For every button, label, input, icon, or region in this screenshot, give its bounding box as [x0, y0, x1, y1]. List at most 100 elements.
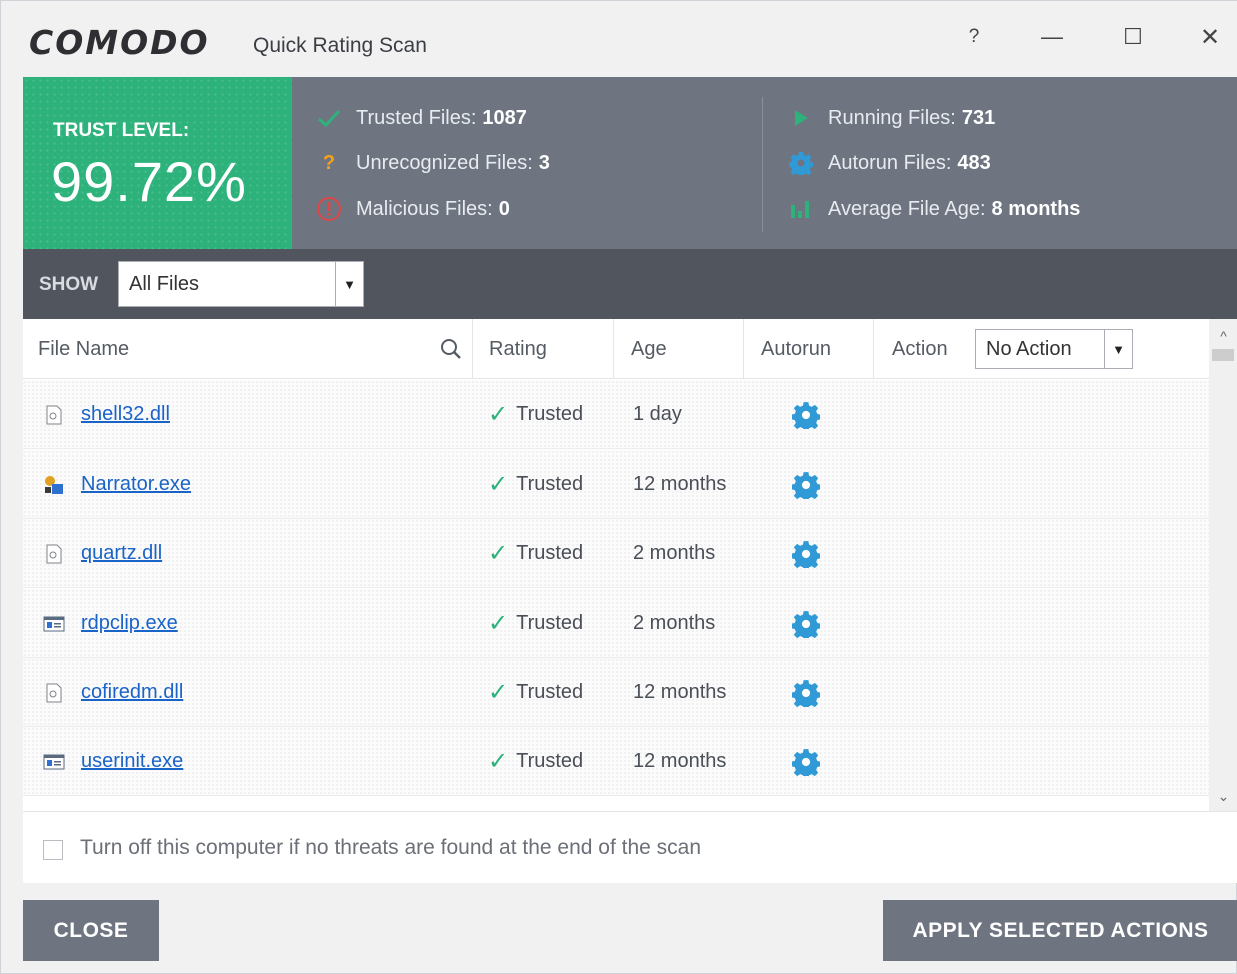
malicious-files-label: Malicious Files: [356, 197, 493, 220]
file-name-link[interactable]: Narrator.exe [81, 473, 191, 496]
action-dropdown-value: No Action [986, 337, 1072, 360]
column-age[interactable]: Age [614, 319, 744, 379]
checkmark-icon: ✓ [488, 471, 509, 498]
trust-level-label: TRUST LEVEL: [53, 120, 190, 141]
rating-cell: ✓ Trusted [488, 658, 583, 727]
unrecognized-files-count: 3 [538, 151, 550, 174]
dll-file-icon [43, 682, 65, 704]
autorun-files-count: 483 [957, 151, 991, 174]
file-name-cell: shell32.dll [43, 380, 170, 449]
column-age-label: Age [631, 337, 667, 360]
trust-level-value: 99.72% [51, 150, 247, 213]
column-rating[interactable]: Rating [473, 319, 614, 379]
rating-cell: ✓ Trusted [488, 589, 583, 658]
search-icon[interactable] [440, 338, 462, 366]
dropdown-arrow-icon[interactable]: ▼ [1104, 330, 1132, 368]
file-name-link[interactable]: quartz.dll [81, 542, 162, 565]
trusted-files-count: 1087 [482, 106, 527, 129]
age-cell: 12 months [633, 473, 727, 495]
rating-value: Trusted [516, 403, 584, 425]
malicious-files-stat: Malicious Files: 0 [312, 196, 510, 222]
rating-value: Trusted [516, 542, 584, 564]
table-row[interactable]: rdpclip.exe ✓ Trusted 2 months [23, 589, 1209, 658]
file-name-cell: userinit.exe [43, 727, 183, 796]
bar-chart-icon [784, 196, 818, 222]
table-header: File Name Rating Age Autorun Action No A… [23, 319, 1209, 379]
trusted-files-label: Trusted Files: [356, 106, 477, 129]
trusted-files-stat: Trusted Files: 1087 [312, 105, 527, 131]
help-icon: ? [968, 26, 980, 47]
file-name-cell: quartz.dll [43, 519, 162, 588]
checkmark-icon: ✓ [488, 610, 509, 637]
file-name-link[interactable]: rdpclip.exe [81, 612, 178, 635]
table-row[interactable]: Narrator.exe ✓ Trusted 12 months [23, 450, 1209, 519]
minimize-button[interactable]: — [1029, 19, 1075, 55]
column-file-name-label: File Name [38, 337, 130, 360]
exe-window-icon [43, 613, 65, 635]
column-autorun-label: Autorun [761, 337, 832, 360]
average-age-stat: Average File Age: 8 months [784, 196, 1080, 222]
table-row[interactable]: cofiredm.dll ✓ Trusted 12 months [23, 658, 1209, 727]
checkmark-icon: ✓ [488, 748, 509, 775]
unrecognized-files-label: Unrecognized Files: [356, 151, 533, 174]
close-window-button[interactable]: ✕ [1187, 19, 1233, 55]
age-cell: 12 months [633, 681, 727, 703]
autorun-files-label: Autorun Files: [828, 151, 952, 174]
average-age-value: 8 months [991, 197, 1081, 220]
play-icon [784, 105, 818, 131]
shutdown-checkbox[interactable] [43, 840, 63, 860]
dll-file-icon [43, 404, 65, 426]
age-cell: 12 months [633, 750, 727, 772]
checkmark-icon: ✓ [488, 679, 509, 706]
show-label: SHOW [39, 274, 99, 295]
gear-icon [792, 380, 820, 449]
column-autorun[interactable]: Autorun [744, 319, 874, 379]
maximize-button[interactable]: ☐ [1110, 19, 1156, 55]
stats-divider [762, 97, 763, 232]
gear-icon [792, 450, 820, 519]
rating-cell: ✓ Trusted [488, 380, 583, 449]
checkmark-icon: ✓ [488, 401, 509, 428]
scroll-down-icon[interactable]: ⌄ [1209, 781, 1237, 811]
running-files-label: Running Files: [828, 106, 956, 129]
gear-icon [792, 589, 820, 658]
autorun-files-stat: Autorun Files: 483 [784, 150, 991, 176]
minimize-icon: — [1041, 24, 1063, 49]
rating-cell: ✓ Trusted [488, 450, 583, 519]
narrator-app-icon [43, 474, 65, 496]
gear-icon [784, 150, 818, 176]
file-name-link[interactable]: cofiredm.dll [81, 681, 183, 704]
rating-value: Trusted [516, 612, 584, 634]
dropdown-arrow-icon[interactable]: ▼ [335, 262, 363, 306]
apply-selected-actions-button[interactable]: APPLY SELECTED ACTIONS [883, 900, 1237, 961]
exe-window-icon [43, 751, 65, 773]
help-button[interactable]: ? [951, 19, 997, 55]
quick-rating-scan-window: COMODO Quick Rating Scan ? — ☐ ✕ TRUST L… [0, 0, 1237, 974]
rating-cell: ✓ Trusted [488, 519, 583, 588]
file-table: File Name Rating Age Autorun Action No A… [23, 319, 1237, 811]
table-row[interactable]: quartz.dll ✓ Trusted 2 months [23, 519, 1209, 588]
file-name-link[interactable]: userinit.exe [81, 750, 183, 773]
table-row[interactable]: userinit.exe ✓ Trusted 12 months [23, 727, 1209, 796]
running-files-count: 731 [961, 106, 996, 129]
rating-value: Trusted [516, 473, 584, 495]
close-icon: ✕ [1199, 23, 1221, 51]
file-name-cell: Narrator.exe [43, 450, 191, 519]
scroll-up-icon[interactable]: ^ [1209, 321, 1237, 351]
gear-icon [792, 658, 820, 727]
close-button[interactable]: CLOSE [23, 900, 159, 961]
rating-value: Trusted [516, 681, 584, 703]
column-file-name[interactable]: File Name [23, 319, 473, 379]
average-age-label: Average File Age: [828, 197, 986, 220]
file-name-link[interactable]: shell32.dll [81, 403, 170, 426]
show-filter-dropdown[interactable]: All Files ▼ [118, 261, 364, 307]
shutdown-option-label[interactable]: Turn off this computer if no threats are… [80, 836, 701, 860]
scroll-thumb[interactable] [1212, 349, 1234, 361]
action-dropdown[interactable]: No Action ▼ [975, 329, 1133, 369]
column-action: Action No Action ▼ [874, 319, 1209, 379]
maximize-icon: ☐ [1123, 24, 1143, 49]
table-row[interactable]: shell32.dll ✓ Trusted 1 day [23, 380, 1209, 449]
trust-level-panel: TRUST LEVEL: 99.72% [23, 77, 292, 249]
vertical-scrollbar[interactable]: ^ ⌄ [1209, 319, 1237, 811]
age-cell: 1 day [633, 403, 682, 425]
